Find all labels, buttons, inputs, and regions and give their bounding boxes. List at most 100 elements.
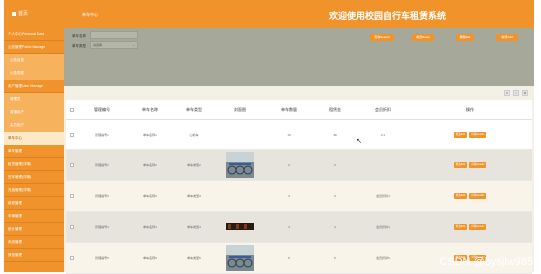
cell-qty: 5 — [288, 256, 290, 260]
cell-code: 管理编号3 — [95, 194, 109, 198]
sidebar-item[interactable]: 车辆管理 — [4, 210, 64, 223]
sidebar-item[interactable]: 还车管理(详情) — [4, 171, 64, 184]
table-header: 管理编号 单车名称 单车类型 封面图 单车数量 租赁金 会员折扣 操作 — [66, 100, 532, 120]
cell-actions: 修改Edit 详情Details — [408, 224, 532, 230]
select-all-cell[interactable] — [66, 100, 78, 119]
chevron-down-icon: ⌄ — [132, 43, 135, 47]
settings-icon[interactable]: ⚙ — [522, 90, 528, 96]
details-button[interactable]: 详情Details — [469, 193, 487, 199]
cell-image — [214, 244, 266, 272]
reset-button[interactable]: 重置Reset — [412, 34, 434, 41]
row-checkbox[interactable] — [70, 163, 74, 167]
col-qty: 单车数量 — [281, 107, 297, 112]
home-label: 首页 — [18, 11, 29, 17]
sidebar-item[interactable]: 系统管理 — [4, 236, 64, 249]
col-price: 租赁金 — [329, 107, 341, 112]
cell-image — [214, 223, 266, 231]
sidebar-item[interactable]: 个人中心Personal Data — [4, 28, 64, 41]
cell-price: 5 — [334, 256, 336, 260]
details-button[interactable]: 详情Details — [469, 131, 487, 138]
edit-button[interactable]: 修改Edit — [453, 193, 468, 199]
table-row[interactable]: 管理编号3 单车名称3 单车类型3 3 3 会员折扣3 修改Edit 详情Details — [66, 181, 532, 212]
edit-button[interactable]: 修改Edit — [453, 224, 468, 230]
sidebar-item[interactable]: 租赁管理(详情) — [4, 158, 64, 171]
cell-type: 单车类型3 — [187, 194, 201, 198]
edit-button[interactable]: 修改Edit — [453, 162, 468, 168]
cell-code: 管理编号2 — [95, 163, 109, 167]
cell-name: 单车名称4 — [143, 225, 157, 229]
name-search-input[interactable] — [90, 31, 138, 39]
sidebar-item[interactable]: 管理员 — [4, 93, 64, 106]
sidebar-item[interactable]: 单车管理 — [4, 145, 64, 158]
col-discount: 会员折扣 — [375, 107, 391, 112]
row-checkbox[interactable] — [70, 132, 74, 137]
row-select-cell[interactable] — [66, 256, 78, 260]
cell-qty: 4 — [288, 225, 290, 229]
row-checkbox[interactable] — [70, 256, 74, 260]
cell-image — [214, 151, 266, 179]
details-button[interactable]: 详情Details — [469, 224, 487, 230]
sidebar-item[interactable]: 单车中心 — [4, 132, 64, 145]
main-content: 单车名称 单车类型 请选择 ⌄ 查询Search 重置Reset 删除Del 新… — [64, 28, 534, 274]
cell-price: 2 — [334, 163, 336, 167]
cell-discount: 会员折扣4 — [376, 225, 390, 229]
delete-button[interactable]: 删除Del — [456, 34, 474, 41]
print-icon[interactable]: ▪ — [513, 90, 519, 96]
cell-name: 单车名称1 — [143, 132, 157, 137]
page-title: 欢迎使用校园自行车租赁系统 — [328, 11, 446, 21]
type-select[interactable]: 请选择 ⌄ — [90, 41, 138, 49]
type-select-value: 请选择 — [93, 43, 103, 47]
sidebar-item[interactable]: 公告管理Public Manage — [4, 41, 64, 54]
col-type: 单车类型 — [186, 107, 202, 112]
sidebar: 个人中心Personal Data 公告管理Public Manage 公告信息 公告… — [4, 28, 64, 272]
search-panel: 单车名称 单车类型 请选择 ⌄ 查询Search 重置Reset 删除Del 新… — [64, 28, 534, 86]
cell-qty: 3 — [288, 194, 290, 198]
cell-type: 山地车 — [189, 132, 199, 137]
filter-icon[interactable]: ▾ — [504, 90, 510, 96]
select-all-checkbox[interactable] — [70, 108, 74, 112]
row-checkbox[interactable] — [70, 225, 74, 229]
row-select-cell[interactable] — [66, 225, 78, 229]
add-button[interactable]: 新增Add — [496, 34, 518, 41]
cell-name: 单车名称3 — [143, 194, 157, 198]
cell-type: 单车类型2 — [187, 163, 201, 167]
table-body: 管理编号1 单车名称1 山地车 10 38 0.1 修改Edit 详情Details 管理编号2… — [66, 120, 532, 274]
sidebar-item[interactable]: 会员用户 — [4, 119, 64, 132]
watermark: CSDN @bysjlw985 — [439, 256, 533, 268]
sidebar-item[interactable]: 统计管理 — [4, 223, 64, 236]
top-bar: 首页 单车中心 欢迎使用校园自行车租赁系统 — [0, 0, 541, 28]
edit-button[interactable]: 修改Edit — [453, 131, 468, 138]
cell-qty: 2 — [288, 163, 290, 167]
search-button[interactable]: 查询Search — [370, 34, 394, 41]
mouse-cursor-icon: ↖ — [356, 138, 362, 145]
row-select-cell[interactable] — [66, 132, 78, 137]
bike-table: 管理编号 单车名称 单车类型 封面图 单车数量 租赁金 会员折扣 操作 管理编号… — [66, 100, 532, 274]
table-row[interactable]: 管理编号2 单车名称2 单车类型2 2 2 修改Edit 详情Details — [66, 150, 532, 181]
col-actions: 操作 — [466, 107, 474, 112]
sidebar-item[interactable]: 普通用户 — [4, 106, 64, 119]
row-select-cell[interactable] — [66, 163, 78, 167]
col-name: 单车名称 — [142, 107, 158, 112]
sidebar-item[interactable]: 其他管理 — [4, 249, 64, 262]
row-select-cell[interactable] — [66, 194, 78, 198]
cell-actions: 修改Edit 详情Details — [408, 193, 532, 199]
sidebar-item[interactable]: 维修管理 — [4, 197, 64, 210]
details-button[interactable]: 详情Details — [469, 162, 487, 168]
table-row[interactable]: 管理编号4 单车名称4 单车类型4 4 4 会员折扣4 修改Edit 详情Details — [66, 212, 532, 243]
sidebar-item[interactable]: 用户管理User Manage — [4, 80, 64, 93]
breadcrumb[interactable]: 单车中心 — [82, 12, 98, 18]
cell-name: 单车名称2 — [143, 163, 157, 167]
sidebar-item[interactable]: 公告信息 — [4, 54, 64, 67]
cell-code: 管理编号1 — [95, 132, 109, 137]
home-link[interactable]: 首页 — [4, 0, 64, 28]
cell-discount: 会员折扣3 — [376, 194, 390, 198]
cell-price: 4 — [334, 225, 336, 229]
sidebar-item[interactable]: 充值管理(详情) — [4, 184, 64, 197]
bike-image — [226, 223, 254, 230]
sidebar-item[interactable]: 公告类型 — [4, 67, 64, 80]
cell-qty: 10 — [287, 132, 291, 137]
row-checkbox[interactable] — [70, 194, 74, 198]
bike-image — [226, 151, 254, 178]
name-search-label: 单车名称 — [72, 34, 86, 38]
table-row[interactable]: 管理编号1 单车名称1 山地车 10 38 0.1 修改Edit 详情Details — [66, 120, 532, 150]
